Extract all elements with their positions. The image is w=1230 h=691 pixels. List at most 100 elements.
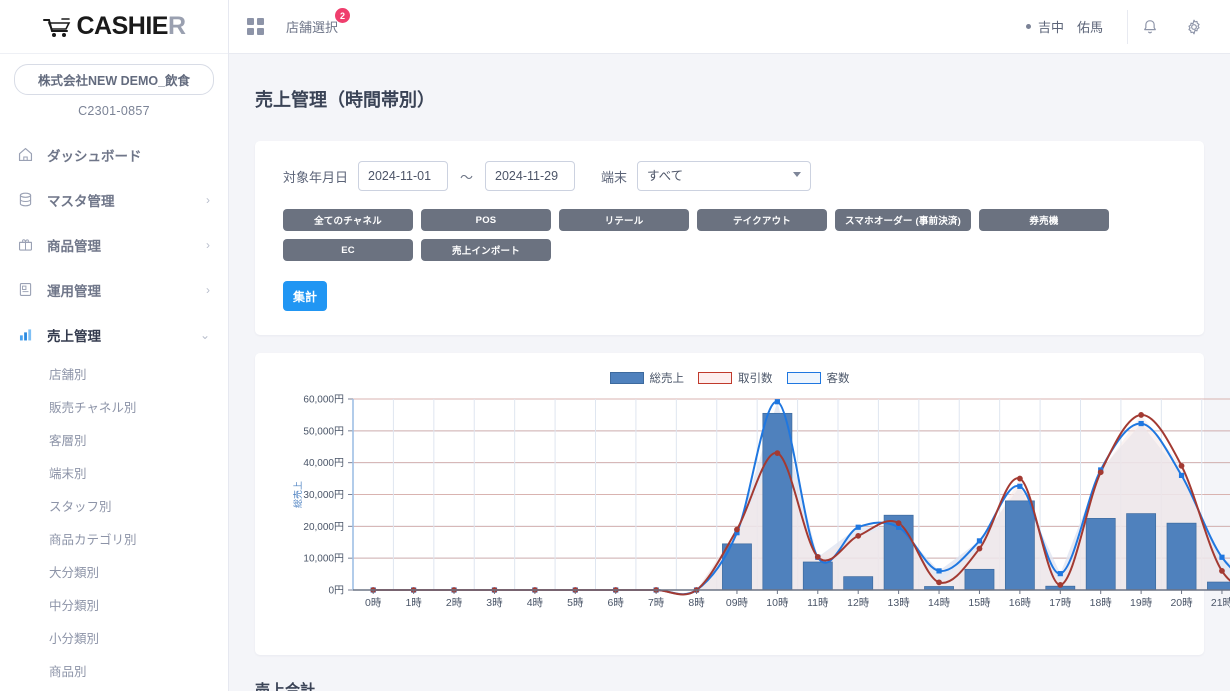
terminal-select-wrap: すべて [637,161,811,191]
sidebar-subitem-minor-class[interactable]: 小分類別 [0,621,228,654]
date-to-input[interactable] [485,161,575,191]
svg-text:0円: 0円 [328,586,344,597]
legend-label-customers: 客数 [827,370,850,386]
svg-text:09時: 09時 [726,597,749,609]
sidebar-item-label: マスタ管理 [47,190,206,210]
channel-button-all[interactable]: 全てのチャネル [283,209,413,231]
sidebar-item-master[interactable]: マスタ管理 › [0,177,228,222]
svg-text:20,000円: 20,000円 [303,522,344,533]
brand-logo[interactable]: CASHIER [0,0,228,54]
database-icon [17,191,47,208]
totals-section-title: 売上合計 [229,673,1230,691]
sidebar-nav: ダッシュボード マスタ管理 › 商品管理 › 運用管理 [0,132,228,691]
svg-text:総売上: 総売上 [292,481,303,508]
date-from-input[interactable] [358,161,448,191]
chevron-down-icon: ⌄ [200,329,210,341]
shopping-cart-icon [42,16,72,38]
chart-legend: 総売上 取引数 客数 [275,369,1184,387]
page-title: 売上管理（時間帯別） [229,66,1230,129]
store-select-button[interactable]: 店舗選択 2 [286,17,338,36]
hourly-sales-chart: 0円 10,000円 20,000円 30,000円 40,000円 50,000円 60,… [275,391,1230,623]
company-code: C2301-0857 [14,104,214,118]
channel-button-smartphone-order[interactable]: スマホオーダー (事前決済) [835,209,971,231]
svg-text:14時: 14時 [928,597,951,609]
sidebar: CASHIER 株式会社NEW DEMO_飲食 C2301-0857 ダッシュボ… [0,0,229,691]
sidebar-subitem-major-class[interactable]: 大分類別 [0,555,228,588]
svg-text:20時: 20時 [1170,597,1193,609]
svg-text:8時: 8時 [688,597,705,609]
sidebar-item-label: 運用管理 [47,280,206,300]
svg-text:5時: 5時 [567,597,584,609]
sidebar-item-products[interactable]: 商品管理 › [0,222,228,267]
svg-text:0時: 0時 [365,597,382,609]
svg-text:11時: 11時 [807,597,829,609]
svg-text:12時: 12時 [847,597,870,609]
channel-button-retail[interactable]: リテール [559,209,689,231]
store-select-label: 店舗選択 [286,20,338,35]
main-area: 店舗選択 2 吉中 佑馬 売上管理（時間帯別） [229,0,1230,691]
gear-icon[interactable] [1172,0,1216,54]
svg-text:30,000円: 30,000円 [303,490,344,501]
topbar: 店舗選択 2 吉中 佑馬 [229,0,1230,54]
chevron-right-icon: › [206,194,210,206]
sidebar-subitem-store[interactable]: 店舗別 [0,357,228,390]
svg-text:16時: 16時 [1009,597,1032,609]
svg-text:1時: 1時 [405,597,422,609]
channel-button-ec[interactable]: EC [283,239,413,261]
bar-chart-icon [17,326,47,343]
legend-label-transactions: 取引数 [738,370,773,386]
grid-icon[interactable] [247,18,264,35]
svg-text:18時: 18時 [1090,597,1113,609]
legend-item-sales: 総売上 [610,370,685,386]
svg-text:6時: 6時 [608,597,625,609]
chart-plot-area: 0円 10,000円 20,000円 30,000円 40,000円 50,000円 60,… [275,391,1184,643]
sidebar-subitem-staff[interactable]: スタッフ別 [0,489,228,522]
terminal-select[interactable]: すべて [637,161,811,191]
sidebar-subitem-product[interactable]: 商品別 [0,654,228,687]
sidebar-subitem-customer-segment[interactable]: 客層別 [0,423,228,456]
sidebar-subitem-channel[interactable]: 販売チャネル別 [0,390,228,423]
svg-text:13時: 13時 [888,597,911,609]
clipboard-icon [17,281,47,298]
legend-swatch-customers [787,372,821,384]
user-menu[interactable]: 吉中 佑馬 [1026,17,1127,36]
channel-button-sales-import[interactable]: 売上インポート [421,239,551,261]
svg-text:7時: 7時 [648,597,665,609]
svg-text:21時: 21時 [1211,597,1230,609]
avatar [1026,24,1031,29]
svg-text:50,000円: 50,000円 [303,426,344,437]
sidebar-item-dashboard[interactable]: ダッシュボード [0,132,228,177]
chart-card: 総売上 取引数 客数 0円 10,000円 20,000円 30,000円 40,000… [255,353,1204,655]
brand-name: CASHIER [76,12,185,41]
svg-text:10時: 10時 [766,597,789,609]
legend-swatch-transactions [698,372,732,384]
svg-text:10,000円: 10,000円 [303,554,344,565]
legend-swatch-sales [610,372,644,384]
sidebar-item-sales[interactable]: 売上管理 ⌄ [0,312,228,357]
sidebar-subitem-category[interactable]: 商品カテゴリ別 [0,522,228,555]
date-label: 対象年月日 [283,167,348,186]
filter-row: 対象年月日 ～ 端末 すべて [283,161,1176,191]
legend-label-sales: 総売上 [650,370,685,386]
svg-text:19時: 19時 [1130,597,1153,609]
channel-button-ticket-machine[interactable]: 券売機 [979,209,1109,231]
company-info: 株式会社NEW DEMO_飲食 C2301-0857 [0,54,228,118]
sidebar-subitem-product-option[interactable]: 商品オプション別 [0,687,228,691]
aggregate-button[interactable]: 集計 [283,281,327,311]
svg-text:15時: 15時 [968,597,991,609]
company-name[interactable]: 株式会社NEW DEMO_飲食 [14,64,214,95]
channel-button-pos[interactable]: POS [421,209,551,231]
channel-button-takeout[interactable]: テイクアウト [697,209,827,231]
sidebar-subitem-terminal[interactable]: 端末別 [0,456,228,489]
user-name: 吉中 佑馬 [1038,17,1103,36]
svg-text:3時: 3時 [486,597,503,609]
sidebar-subitem-mid-class[interactable]: 中分類別 [0,588,228,621]
svg-text:40,000円: 40,000円 [303,458,344,469]
bell-icon[interactable] [1128,0,1172,54]
channel-button-group: 全てのチャネル POS リテール テイクアウト スマホオーダー (事前決済) 券… [283,209,1113,261]
page-content: 売上管理（時間帯別） 対象年月日 ～ 端末 すべて [229,54,1230,691]
chevron-right-icon: › [206,284,210,296]
topbar-right: 吉中 佑馬 [1026,0,1216,54]
sidebar-item-operations[interactable]: 運用管理 › [0,267,228,312]
svg-text:60,000円: 60,000円 [303,395,344,406]
